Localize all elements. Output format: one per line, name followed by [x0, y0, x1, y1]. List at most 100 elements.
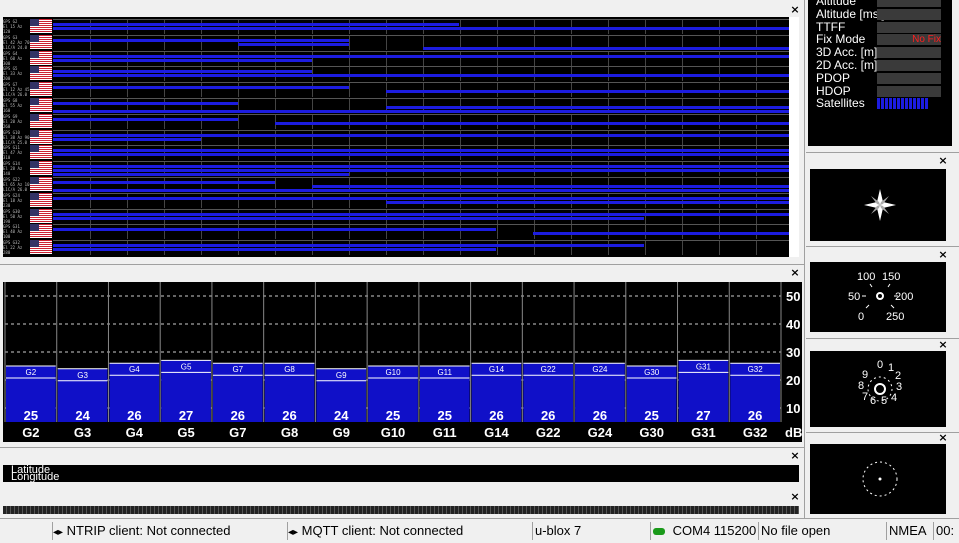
snr-bar-label: G7	[232, 365, 243, 374]
signal-bar	[533, 232, 792, 236]
timeline-row-label: GPS G11El 47 Az 310L1C/A 25.0	[3, 145, 30, 161]
signal-bar	[53, 165, 792, 169]
usa-flag-icon	[30, 19, 52, 33]
close-icon[interactable]: ×	[938, 155, 948, 166]
close-icon[interactable]: ×	[790, 491, 800, 502]
x-tick-label: G9	[333, 425, 350, 440]
port-status-text: COM4 115200	[672, 523, 756, 538]
timeline-row-text: El 60 Az 300	[3, 55, 23, 66]
timeline-row-label: GPS G3 El 42 Az 70 L1C/A 24.0	[3, 34, 30, 50]
snr-value-label: 26	[231, 408, 245, 423]
y-tick-label: 20	[786, 373, 800, 388]
snr-value-label: 27	[696, 408, 710, 423]
speed-tick: 250	[886, 311, 904, 323]
close-icon[interactable]: ×	[790, 4, 800, 15]
satellite-timeline-pane: × GPS G2El 15 Az 120L1C/A 25.0GPS G3El 4…	[0, 0, 804, 262]
timeline-track	[53, 177, 792, 192]
timeline-track	[53, 208, 792, 224]
timeline-track	[53, 129, 792, 145]
snr-value-label: 25	[386, 408, 400, 423]
speedometer-icon: 100 150 50 200 0 250	[848, 271, 913, 323]
signal-bar	[311, 185, 792, 188]
ntrip-status-text: NTRIP client: Not connected	[66, 523, 231, 538]
signal-bar	[274, 121, 792, 125]
speed-tick: 150	[882, 271, 900, 283]
snr-value-label: 26	[282, 408, 296, 423]
snr-bar-label: G2	[26, 368, 37, 377]
timeline-track	[53, 50, 792, 66]
timeline-row-label: GPS G14El 28 Az 140L1C/A 26.0	[3, 161, 30, 177]
snr-chart-svg: 10 20 30 40 50 G2 25 G2 G3 24 G3 G4 26 G4 G5 27 G5 G7 26 G7…	[4, 282, 802, 440]
snr-bar-label: G11	[437, 368, 452, 377]
signal-bar	[53, 137, 201, 141]
x-tick-label: G31	[691, 425, 716, 440]
signal-bar	[53, 86, 349, 90]
timeline-track	[53, 224, 792, 240]
snr-bar-label: G30	[644, 368, 660, 377]
heading-tick: 1	[888, 362, 894, 374]
signal-bar	[385, 106, 792, 109]
timeline-row-text: El 18 Az 230	[3, 197, 23, 208]
info-value	[877, 0, 941, 7]
timeline-row-text: L1C/A 25.0	[3, 139, 28, 145]
heading-tick: 7	[862, 391, 868, 403]
position-box: Latitude Longitude	[3, 465, 799, 483]
close-icon[interactable]: ×	[790, 450, 800, 461]
timeline-row-label: GPS G22 El 65 Az 10 L1C/A 26.0	[3, 177, 30, 192]
timeline-row-label: GPS G31El 40 Az 100L1C/A 27.0	[3, 224, 30, 240]
y-tick-label: 30	[786, 345, 800, 360]
signal-bar	[53, 153, 792, 157]
close-icon[interactable]: ×	[938, 432, 948, 443]
speed-pane: × 100 150 50 200 0 250	[806, 247, 959, 337]
log-pane: ×	[0, 488, 804, 518]
satellite-count-bars	[877, 98, 929, 110]
timeline-row-text: El 40 Az 100	[3, 229, 23, 240]
timeline-row-text: El 33 Az 200	[3, 71, 23, 82]
heading-tick: 0	[877, 359, 883, 371]
timeline-scrollbar[interactable]	[789, 17, 799, 257]
timeline-gridline	[682, 241, 683, 256]
usa-flag-icon	[30, 113, 52, 128]
info-label: Altitude [msl]	[816, 6, 885, 21]
info-value	[877, 8, 941, 20]
position-pane: × Latitude Longitude	[0, 448, 804, 486]
timeline-row-label: GPS G8El 55 Az 160L1C/A 26.0	[3, 98, 30, 113]
timeline-track	[53, 66, 792, 82]
close-icon[interactable]: ×	[790, 267, 800, 278]
snr-bar-label: G32	[748, 365, 764, 374]
snr-bar-label: G5	[181, 362, 192, 371]
close-icon[interactable]: ×	[938, 339, 948, 350]
mqtt-status[interactable]: ◂▸ MQTT client: Not connected	[287, 522, 526, 540]
signal-bar	[53, 23, 460, 26]
info-value: No Fix	[877, 34, 941, 46]
y-tick-label: 40	[786, 317, 800, 332]
timeline-row-label: GPS G30El 50 Az 190L1C/A 25.0	[3, 208, 30, 224]
snr-value-label: 26	[489, 408, 503, 423]
timeline-gridline	[719, 241, 720, 256]
timeline-gridline	[756, 241, 757, 256]
x-tick-label: G30	[639, 425, 664, 440]
timeline-track	[53, 34, 792, 50]
heading-dial-icon: 0 123456789	[858, 359, 902, 407]
timeline-row-text: El 38 Az 90	[3, 134, 30, 140]
x-tick-label: G7	[229, 425, 246, 440]
usa-flag-icon	[30, 50, 52, 65]
usa-flag-icon	[30, 129, 52, 144]
close-icon[interactable]: ×	[938, 249, 948, 260]
signal-bar	[53, 110, 792, 113]
ntrip-status[interactable]: ◂▸ NTRIP client: Not connected	[52, 522, 281, 540]
signal-bar	[422, 46, 792, 50]
log-strip	[3, 506, 799, 514]
signal-bar	[53, 70, 312, 74]
port-status[interactable]: COM4 115200	[650, 522, 756, 540]
usa-flag-icon	[30, 34, 52, 49]
usa-flag-icon	[30, 161, 52, 176]
info-value	[877, 85, 941, 97]
timeline-row-text: El 50 Az 190	[3, 213, 23, 224]
speed-tick: 0	[858, 311, 864, 323]
x-tick-label: G11	[433, 425, 457, 440]
info-label: PDOP	[816, 70, 851, 85]
usa-flag-icon	[30, 224, 52, 239]
timeline-row-text: L1C/A 24.0	[3, 44, 28, 50]
timeline-track	[53, 82, 792, 98]
